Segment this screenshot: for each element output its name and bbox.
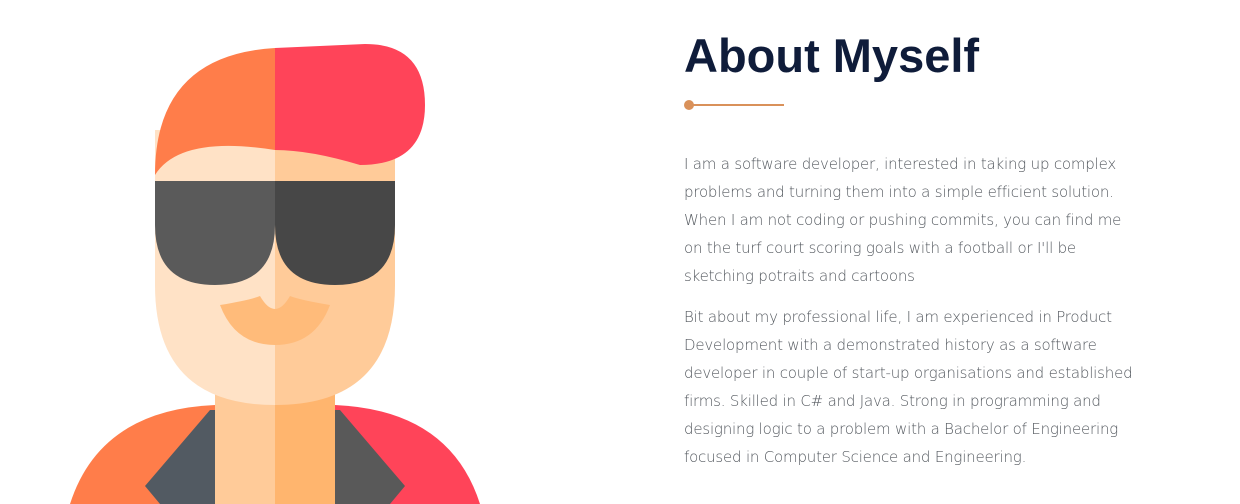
page-title: About Myself — [684, 29, 980, 82]
title-divider — [684, 100, 784, 110]
cartoon-developer-avatar-icon — [70, 44, 480, 504]
hair-right — [275, 44, 425, 165]
about-paragraph-personal: I am a software developer, interested in… — [684, 155, 1122, 285]
about-paragraph-professional: Bit about my professional life, I am exp… — [684, 308, 1133, 466]
glasses-right — [275, 181, 395, 285]
divider-line — [690, 104, 784, 106]
glasses-left — [155, 181, 275, 285]
developer-avatar-illustration — [60, 0, 500, 504]
divider-dot — [684, 100, 694, 110]
about-section: About Myself I am a software developer, … — [684, 28, 1144, 471]
